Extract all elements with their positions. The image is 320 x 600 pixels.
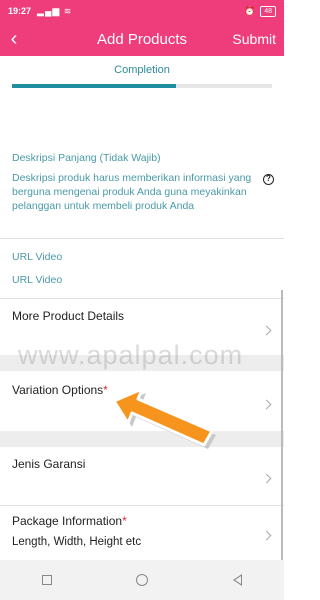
chevron-left-icon: ‹ bbox=[10, 27, 18, 50]
package-label-text: Package Information bbox=[12, 514, 123, 528]
required-asterisk: * bbox=[122, 514, 127, 528]
signal-icon: ▂▄▆ ≋ bbox=[37, 5, 73, 16]
status-time: 19:27 bbox=[8, 6, 32, 16]
chevron-right-icon bbox=[261, 399, 272, 410]
jenis-garansi-row[interactable]: Jenis Garansi bbox=[0, 447, 284, 505]
package-information-row[interactable]: Package Information* Length, Width, Heig… bbox=[0, 506, 284, 560]
progress-track bbox=[12, 84, 272, 88]
description-placeholder: Deskripsi produk harus memberikan inform… bbox=[12, 172, 252, 212]
battery-icon: 48 bbox=[260, 5, 276, 17]
question-circle-icon[interactable]: ? bbox=[263, 174, 274, 185]
description-section[interactable]: Deskripsi Panjang (Tidak Wajib) Deskrips… bbox=[12, 152, 274, 213]
url-video-label: URL Video bbox=[12, 251, 63, 263]
recent-apps-button[interactable] bbox=[42, 575, 53, 585]
progress-label: Completion bbox=[114, 64, 170, 76]
progress-fill bbox=[12, 84, 176, 88]
more-product-details-label: More Product Details bbox=[12, 309, 125, 323]
submit-button[interactable]: Submit bbox=[232, 31, 276, 47]
required-asterisk: * bbox=[103, 383, 108, 397]
more-product-details-row[interactable]: More Product Details bbox=[0, 299, 284, 355]
back-button[interactable]: ‹ bbox=[0, 28, 28, 51]
description-title: Deskripsi Panjang (Tidak Wajib) bbox=[12, 152, 161, 164]
system-back-button[interactable] bbox=[232, 574, 242, 586]
status-right: ⏰ 48 bbox=[243, 5, 276, 17]
jenis-garansi-label: Jenis Garansi bbox=[12, 457, 86, 471]
scrollbar[interactable] bbox=[281, 290, 283, 560]
system-nav-bar bbox=[0, 560, 284, 600]
section-gap bbox=[0, 355, 284, 371]
home-button[interactable] bbox=[136, 574, 149, 586]
alarm-icon: ⏰ bbox=[243, 5, 256, 16]
variation-options-label: Variation Options* bbox=[12, 383, 108, 397]
variation-label-text: Variation Options bbox=[12, 383, 104, 397]
divider bbox=[0, 238, 284, 239]
package-information-label: Package Information* bbox=[12, 514, 127, 528]
url-video-input[interactable]: URL Video bbox=[12, 274, 62, 286]
package-information-value: Length, Width, Height etc bbox=[12, 536, 142, 548]
chevron-right-icon bbox=[261, 325, 272, 336]
app-bar: ‹ Add Products Submit bbox=[0, 22, 284, 56]
chevron-right-icon bbox=[261, 473, 272, 484]
section-gap bbox=[0, 431, 284, 447]
status-bar: 19:27 ▂▄▆ ≋ ⏰ 48 bbox=[0, 0, 284, 22]
completion-progress: Completion bbox=[0, 56, 284, 100]
variation-options-row[interactable]: Variation Options* bbox=[0, 371, 284, 431]
chevron-right-icon bbox=[261, 530, 272, 541]
